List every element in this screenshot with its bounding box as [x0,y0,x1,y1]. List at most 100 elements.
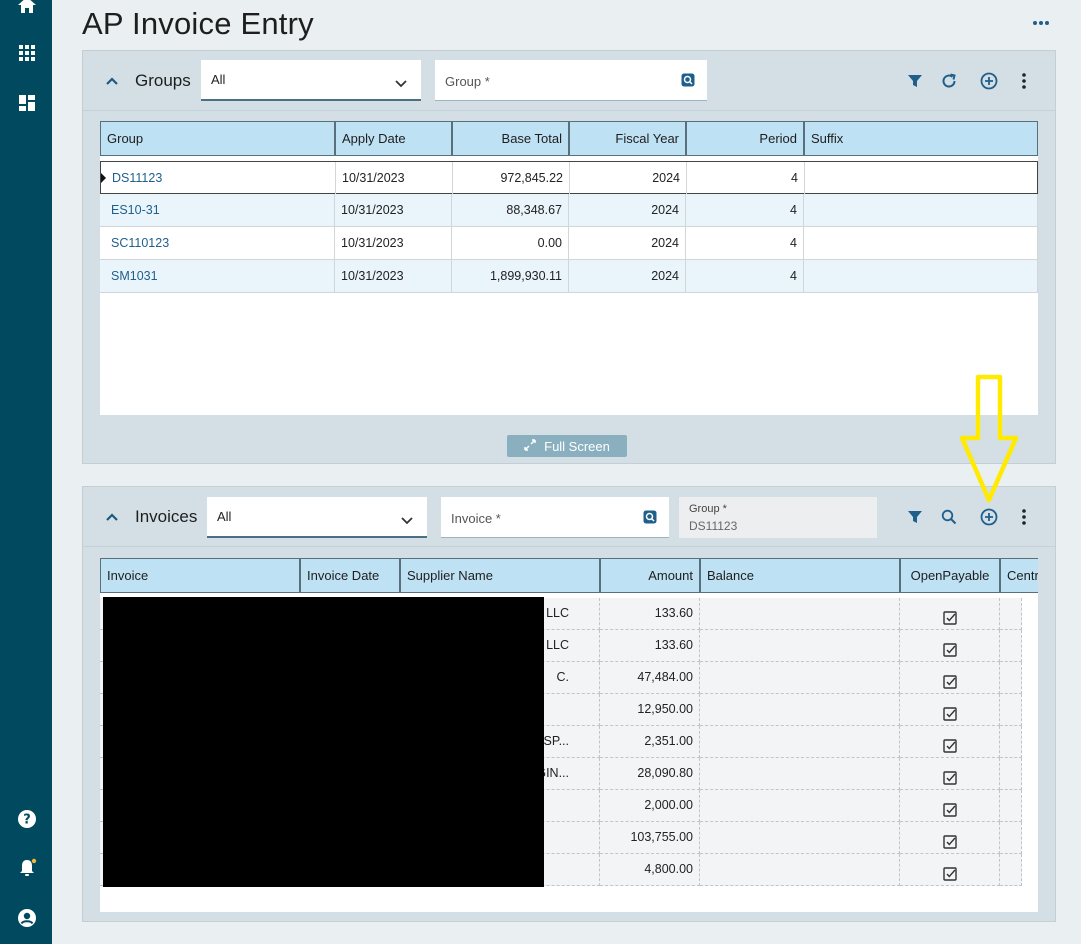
balance-cell [700,854,900,886]
collapse-chevron-icon[interactable] [103,508,121,526]
groups-panel-title: Groups [135,71,191,90]
column-header[interactable]: Amount [600,558,700,593]
lookup-search-icon[interactable] [681,73,695,87]
balance-cell [700,758,900,790]
chevron-down-icon [395,75,407,88]
column-header[interactable]: Supplier Name [400,558,600,593]
balance-cell [700,694,900,726]
group-field-label: Group * [689,503,727,515]
full-screen-button[interactable]: Full Screen [507,435,627,457]
group-link[interactable]: SM1031 [100,260,335,293]
checkbox-checked-icon[interactable] [943,638,957,657]
refresh-icon[interactable] [937,69,961,93]
group-link[interactable]: ES10-31 [100,194,335,227]
group-search-input[interactable]: Group * [435,60,707,101]
invoice-search-input[interactable]: Invoice * [441,497,669,538]
column-header[interactable]: OpenPayable [900,558,1000,593]
column-header[interactable]: Base Total [452,121,569,156]
checkbox-checked-icon[interactable] [943,862,957,881]
table-row[interactable]: SC110123 10/31/2023 0.00 2024 4 [100,227,1038,260]
table-cell [804,227,1038,260]
table-cell: 1,899,930.11 [452,260,569,293]
checkbox-checked-icon[interactable] [943,734,957,753]
table-cell: 4 [686,227,804,260]
amount-cell: 47,484.00 [600,662,700,694]
user-account-icon[interactable] [14,905,40,931]
groups-panel: Groups All Group * Group Apply Date Base T… [82,50,1056,464]
column-header[interactable]: Period [686,121,804,156]
column-header[interactable]: Apply Date [335,121,452,156]
collapse-chevron-icon[interactable] [103,72,121,90]
groups-filter-select[interactable]: All [201,60,421,101]
expand-icon [524,438,536,454]
checkbox-checked-icon[interactable] [943,670,957,689]
column-header[interactable]: Balance [700,558,900,593]
column-header[interactable]: Group [100,121,335,156]
open-payable-cell [900,854,1000,886]
notification-bell-icon[interactable] [14,855,40,881]
group-readonly-field: Group * DS11123 [679,497,877,538]
balance-cell [700,822,900,854]
table-row[interactable]: DS11123 10/31/2023 972,845.22 2024 4 [100,161,1039,195]
table-cell: 2024 [569,194,686,227]
open-payable-cell [900,598,1000,630]
group-link[interactable]: SC110123 [100,227,335,260]
annotation-arrow-icon [959,374,1019,503]
row-indicator-icon [101,173,106,183]
open-payable-cell [900,758,1000,790]
table-row[interactable]: ES10-31 10/31/2023 88,348.67 2024 4 [100,194,1038,227]
column-header[interactable]: Invoice [100,558,300,593]
table-cell: 10/31/2023 [335,227,452,260]
table-cell: 2024 [570,162,687,195]
column-header[interactable]: Fiscal Year [569,121,686,156]
group-link[interactable]: DS11123 [101,162,336,195]
invoices-more-icon[interactable] [1012,505,1036,529]
invoices-filter-select[interactable]: All [207,497,427,538]
column-header[interactable]: Invoice Date [300,558,400,593]
table-cell: 10/31/2023 [335,260,452,293]
balance-cell [700,630,900,662]
checkbox-checked-icon[interactable] [943,606,957,625]
table-cell: 4 [686,194,804,227]
lookup-search-icon[interactable] [643,510,657,524]
checkbox-checked-icon[interactable] [943,702,957,721]
amount-cell: 28,090.80 [600,758,700,790]
add-group-icon[interactable] [977,69,1001,93]
more-options-icon[interactable] [1030,14,1052,32]
open-payable-cell [900,726,1000,758]
open-payable-cell [900,630,1000,662]
open-payable-cell [900,662,1000,694]
amount-cell: 133.60 [600,598,700,630]
filter-icon[interactable] [903,505,927,529]
filter-icon[interactable] [903,69,927,93]
checkbox-checked-icon[interactable] [943,830,957,849]
centr-cell [1000,694,1022,726]
column-header[interactable]: Suffix [804,121,1038,156]
column-header[interactable]: Centr [1000,558,1038,593]
add-invoice-icon[interactable] [977,505,1001,529]
amount-cell: 2,351.00 [600,726,700,758]
amount-cell: 12,950.00 [600,694,700,726]
groups-more-icon[interactable] [1012,69,1036,93]
search-icon[interactable] [937,505,961,529]
amount-cell: 2,000.00 [600,790,700,822]
table-cell: 972,845.22 [453,162,570,195]
help-icon[interactable]: ? [14,806,40,832]
table-row[interactable]: SM1031 10/31/2023 1,899,930.11 2024 4 [100,260,1038,293]
table-cell [805,162,1039,195]
centr-cell [1000,630,1022,662]
centr-cell [1000,758,1022,790]
checkbox-checked-icon[interactable] [943,766,957,785]
checkbox-checked-icon[interactable] [943,798,957,817]
balance-cell [700,790,900,822]
centr-cell [1000,662,1022,694]
group-field-value: DS11123 [689,519,738,533]
table-cell: 4 [687,162,805,195]
invoice-search-placeholder: Invoice * [451,511,501,526]
table-cell: 88,348.67 [452,194,569,227]
invoices-panel-title: Invoices [135,507,198,526]
home-icon[interactable] [14,0,40,18]
dashboard-icon[interactable] [14,90,40,116]
table-cell: 10/31/2023 [335,194,452,227]
apps-grid-icon[interactable] [14,40,40,66]
